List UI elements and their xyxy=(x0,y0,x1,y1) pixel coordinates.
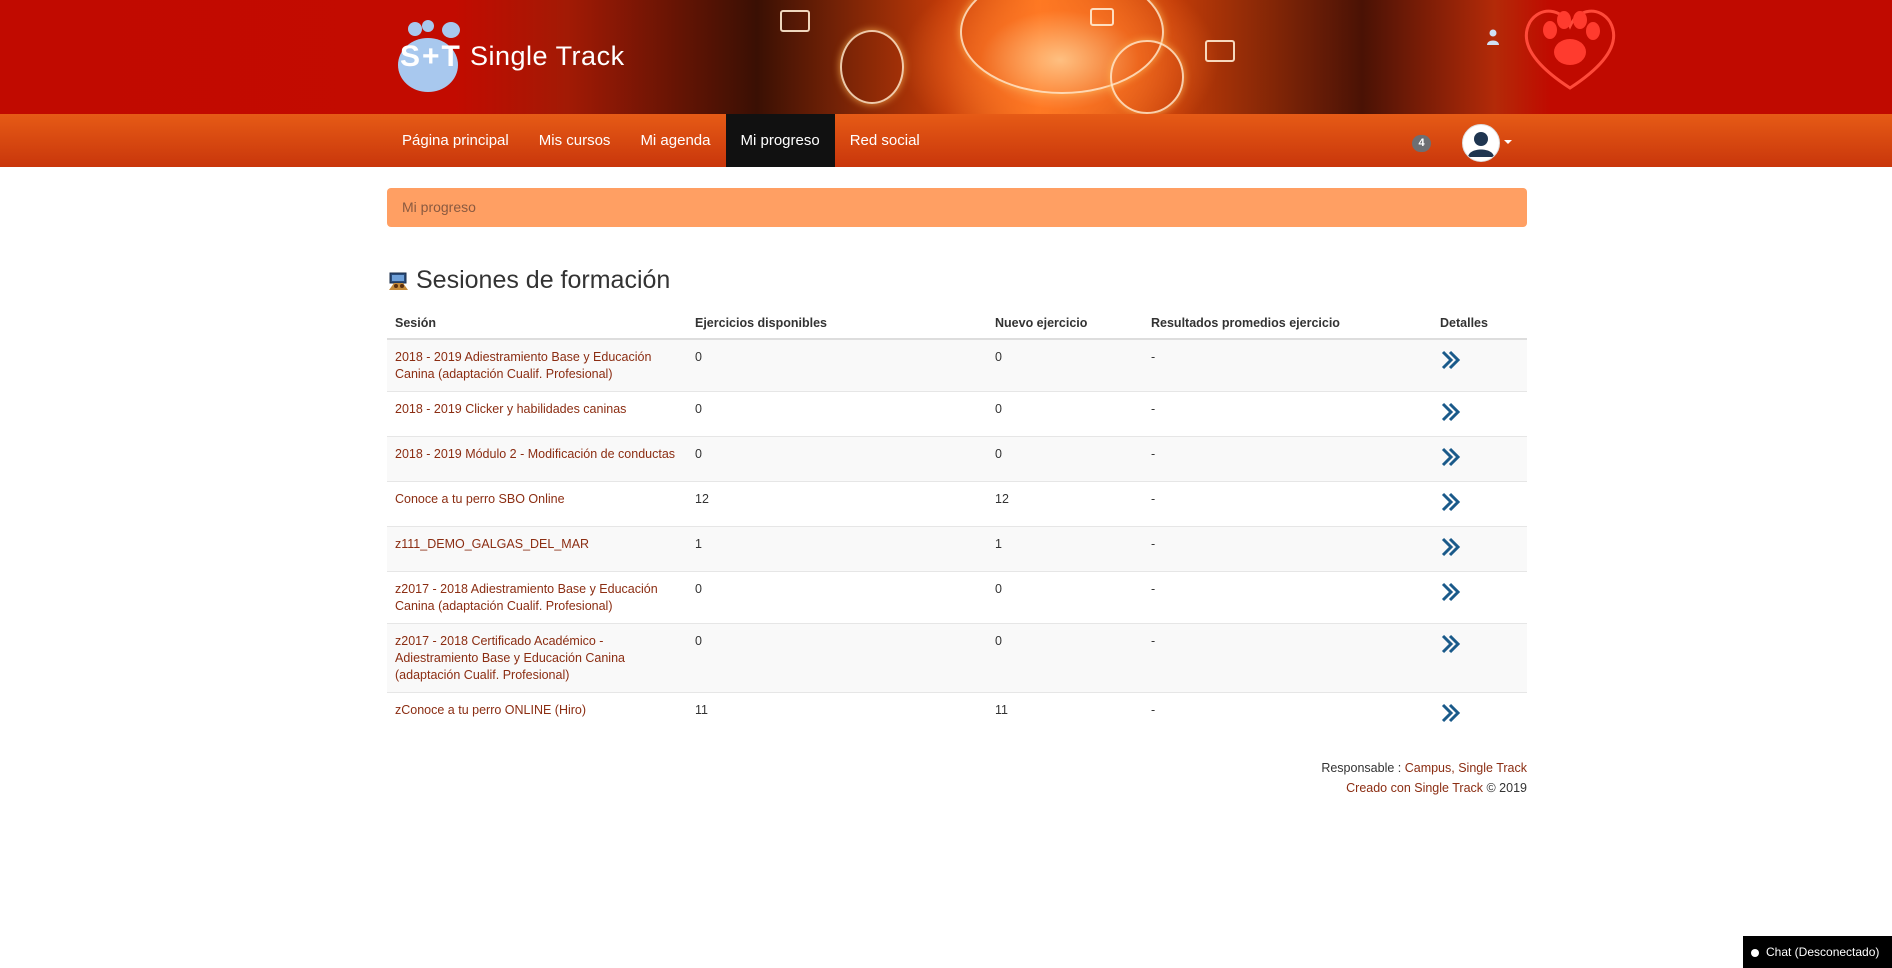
column-header-average-results[interactable]: Resultados promedios ejercicio xyxy=(1143,307,1432,340)
double-chevron-right-icon[interactable] xyxy=(1440,491,1462,513)
average-results-cell: - xyxy=(1143,338,1432,392)
new-exercise-cell: 12 xyxy=(987,481,1143,527)
header-banner: S+T Single Track xyxy=(0,0,1892,114)
nav-item-home[interactable]: Página principal xyxy=(387,114,524,167)
available-exercises-cell: 0 xyxy=(687,391,987,437)
user-avatar-icon[interactable] xyxy=(1462,124,1500,162)
average-results-cell: - xyxy=(1143,391,1432,437)
footer-created-link[interactable]: Creado con Single Track xyxy=(1346,781,1483,795)
main-navbar: Página principal Mis cursos Mi agenda Mi… xyxy=(0,114,1892,167)
new-exercise-cell: 0 xyxy=(987,338,1143,392)
available-exercises-cell: 12 xyxy=(687,481,987,527)
logo-mark-text: S+T xyxy=(400,40,462,73)
nav-menu: Página principal Mis cursos Mi agenda Mi… xyxy=(387,114,935,167)
nav-item-my-courses[interactable]: Mis cursos xyxy=(524,114,626,167)
new-exercise-cell: 11 xyxy=(987,692,1143,737)
footer-copyright: © 2019 xyxy=(1483,781,1528,795)
available-exercises-cell: 11 xyxy=(687,692,987,737)
session-link[interactable]: z2017 - 2018 Certificado Académico - Adi… xyxy=(395,634,625,682)
footer-responsible: Responsable : Campus, Single Track xyxy=(1321,758,1527,778)
new-exercise-cell: 0 xyxy=(987,623,1143,693)
average-results-cell: - xyxy=(1143,692,1432,737)
paw-heart-logo-icon xyxy=(1524,9,1616,90)
available-exercises-cell: 0 xyxy=(687,571,987,624)
banner-device-icon xyxy=(1090,8,1114,26)
table-header-row: Sesión Ejercicios disponibles Nuevo ejer… xyxy=(387,307,1527,340)
breadcrumb: Mi progreso xyxy=(387,188,1527,227)
column-header-details: Detalles xyxy=(1432,307,1527,340)
average-results-cell: - xyxy=(1143,436,1432,482)
double-chevron-right-icon[interactable] xyxy=(1440,446,1462,468)
brand-logo[interactable]: S+T Single Track xyxy=(390,20,625,92)
chat-label: Chat (Desconectado) xyxy=(1766,945,1880,959)
sessions-table: Sesión Ejercicios disponibles Nuevo ejer… xyxy=(387,307,1527,737)
column-header-session[interactable]: Sesión xyxy=(387,307,687,340)
double-chevron-right-icon[interactable] xyxy=(1440,401,1462,423)
session-link[interactable]: z111_DEMO_GALGAS_DEL_MAR xyxy=(395,537,589,551)
banner-device-icon xyxy=(1205,40,1235,62)
user-menu-caret-icon[interactable] xyxy=(1504,140,1512,144)
session-link[interactable]: z2017 - 2018 Adiestramiento Base y Educa… xyxy=(395,582,658,613)
double-chevron-right-icon[interactable] xyxy=(1440,349,1462,371)
double-chevron-right-icon[interactable] xyxy=(1440,702,1462,724)
available-exercises-cell: 0 xyxy=(687,623,987,693)
table-row: 2018 - 2019 Clicker y habilidades canina… xyxy=(387,391,1527,437)
table-row: zConoce a tu perro ONLINE (Hiro) 11 11 - xyxy=(387,692,1527,737)
available-exercises-cell: 1 xyxy=(687,526,987,572)
new-exercise-cell: 1 xyxy=(987,526,1143,572)
table-row: z2017 - 2018 Certificado Académico - Adi… xyxy=(387,623,1527,693)
page-title: Sesiones de formación xyxy=(416,266,671,294)
available-exercises-cell: 0 xyxy=(687,436,987,482)
brand-name: Single Track xyxy=(470,40,625,71)
table-row: 2018 - 2019 Módulo 2 - Modificación de c… xyxy=(387,436,1527,482)
nav-item-my-progress[interactable]: Mi progreso xyxy=(725,114,835,167)
nav-item-my-agenda[interactable]: Mi agenda xyxy=(625,114,725,167)
average-results-cell: - xyxy=(1143,481,1432,527)
new-exercise-cell: 0 xyxy=(987,571,1143,624)
session-link[interactable]: 2018 - 2019 Clicker y habilidades canina… xyxy=(395,402,626,416)
session-link[interactable]: Conoce a tu perro SBO Online xyxy=(395,492,565,506)
session-link[interactable]: 2018 - 2019 Módulo 2 - Modificación de c… xyxy=(395,447,675,461)
available-exercises-cell: 0 xyxy=(687,338,987,392)
table-row: Conoce a tu perro SBO Online 12 12 - xyxy=(387,481,1527,527)
page-footer: Responsable : Campus, Single Track Cread… xyxy=(1321,758,1527,798)
chat-status-dot-icon xyxy=(1751,948,1759,957)
nav-item-social-network[interactable]: Red social xyxy=(835,114,935,167)
small-user-icon xyxy=(1487,29,1499,45)
new-exercise-cell: 0 xyxy=(987,436,1143,482)
table-row: z111_DEMO_GALGAS_DEL_MAR 1 1 - xyxy=(387,526,1527,572)
banner-device-icon xyxy=(780,10,810,32)
double-chevron-right-icon[interactable] xyxy=(1440,536,1462,558)
double-chevron-right-icon[interactable] xyxy=(1440,633,1462,655)
double-chevron-right-icon[interactable] xyxy=(1440,581,1462,603)
banner-ring xyxy=(1110,40,1184,114)
average-results-cell: - xyxy=(1143,571,1432,624)
section-header: Sesiones de formación xyxy=(388,266,670,295)
session-link[interactable]: zConoce a tu perro ONLINE (Hiro) xyxy=(395,703,586,717)
column-header-available-exercises[interactable]: Ejercicios disponibles xyxy=(687,307,987,340)
training-sessions-icon xyxy=(389,272,408,290)
footer-responsible-label: Responsable : xyxy=(1321,761,1405,775)
table-row: z2017 - 2018 Adiestramiento Base y Educa… xyxy=(387,571,1527,624)
table-row: 2018 - 2019 Adiestramiento Base y Educac… xyxy=(387,338,1527,392)
footer-created: Creado con Single Track © 2019 xyxy=(1321,778,1527,798)
column-header-new-exercise[interactable]: Nuevo ejercicio xyxy=(987,307,1143,340)
logo-mark-icon: S+T xyxy=(390,20,470,92)
chat-button[interactable]: Chat (Desconectado) xyxy=(1743,936,1892,968)
average-results-cell: - xyxy=(1143,623,1432,693)
banner-ring xyxy=(840,30,904,104)
notification-badge[interactable]: 4 xyxy=(1412,135,1431,152)
new-exercise-cell: 0 xyxy=(987,391,1143,437)
session-link[interactable]: 2018 - 2019 Adiestramiento Base y Educac… xyxy=(395,350,651,381)
average-results-cell: - xyxy=(1143,526,1432,572)
footer-responsible-link[interactable]: Campus, Single Track xyxy=(1405,761,1527,775)
